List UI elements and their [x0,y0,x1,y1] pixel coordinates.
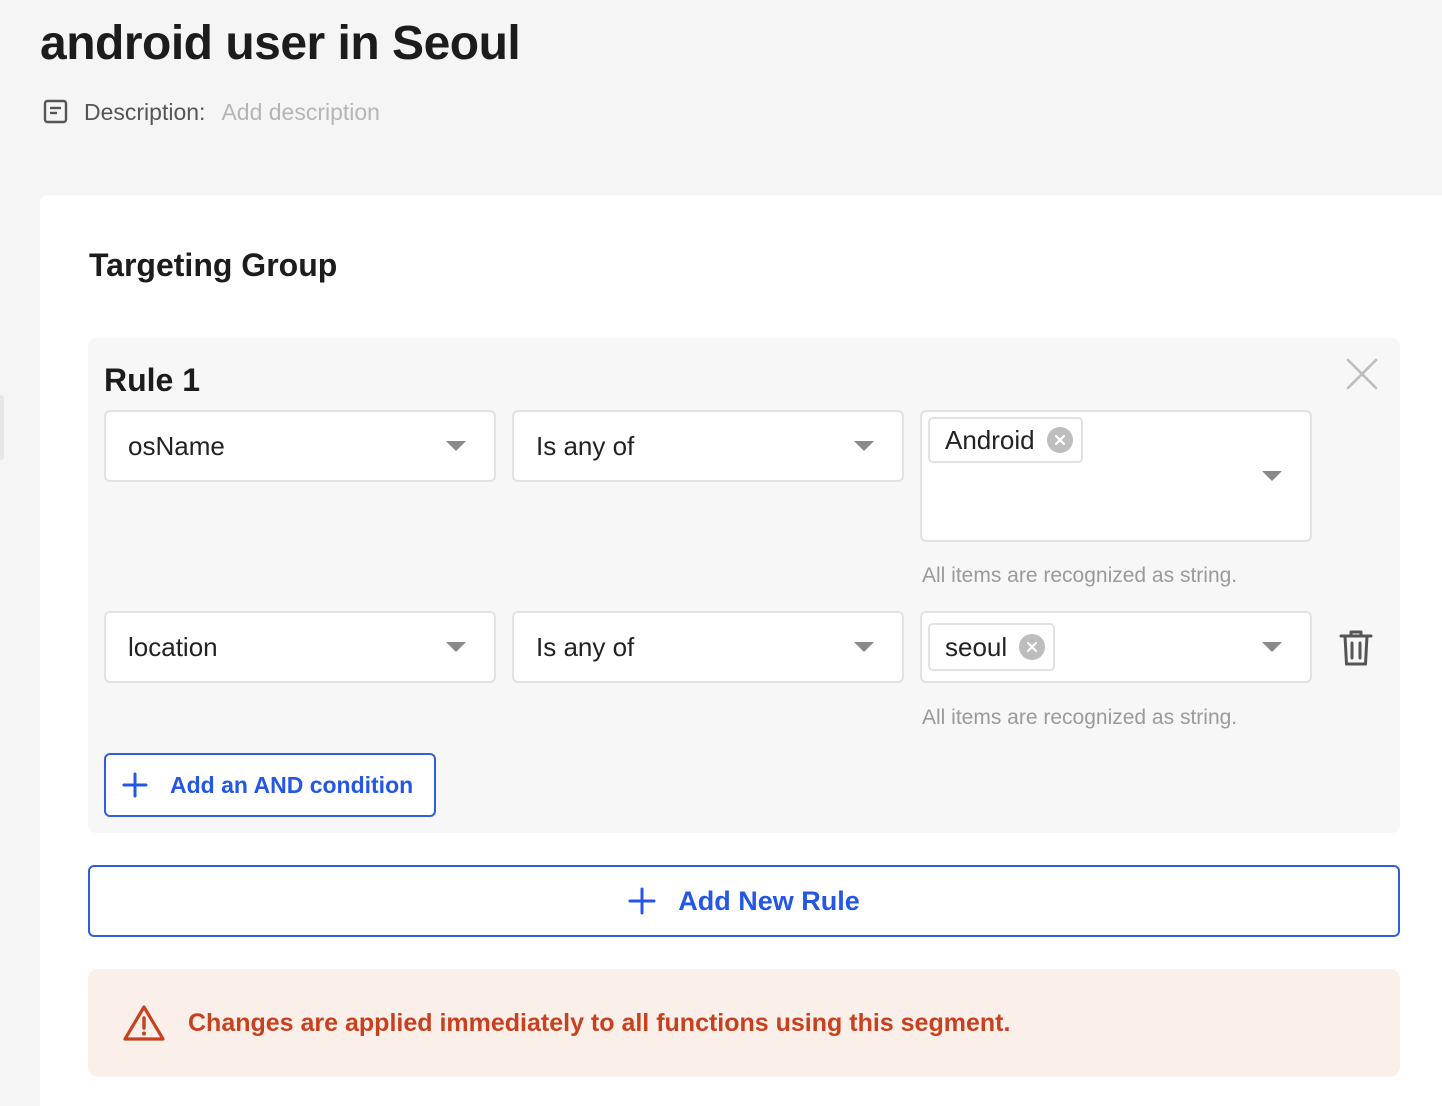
operator-select[interactable]: Is any of [512,611,904,683]
value-tag-label: seoul [945,631,1008,662]
values-hint: All items are recognized as string. [922,564,1238,587]
chevron-down-icon [446,642,466,652]
plus-icon [122,772,148,798]
chevron-down-icon [854,642,874,652]
values-multiselect[interactable]: seoul [920,611,1312,683]
remove-circle-icon[interactable] [1019,634,1046,660]
attribute-select[interactable]: location [104,611,496,683]
description-label: Description: [84,98,206,125]
values-hint: All items are recognized as string. [922,706,1238,729]
add-new-rule-label: Add New Rule [678,885,860,916]
note-icon [42,98,70,126]
remove-circle-icon[interactable] [1046,427,1073,453]
operator-value: Is any of [536,430,635,461]
warning-triangle-icon [122,1004,166,1042]
operator-value: Is any of [536,631,635,662]
section-title: Targeting Group [89,247,338,283]
operator-select[interactable]: Is any of [512,410,904,482]
page-title[interactable]: android user in Seoul [40,16,521,71]
attribute-value: location [128,631,218,662]
add-and-condition-label: Add an AND condition [170,771,414,798]
warning-message: Changes are applied immediately to all f… [188,1008,1011,1037]
close-icon[interactable] [1344,356,1380,392]
chevron-down-icon [1262,642,1282,652]
plus-icon [628,887,656,915]
add-new-rule-button[interactable]: Add New Rule [88,865,1400,937]
trash-icon[interactable] [1338,628,1374,668]
chevron-down-icon [1262,471,1282,481]
description-input[interactable] [221,98,622,126]
chevron-down-icon [854,441,874,451]
attribute-value: osName [128,430,225,461]
value-tag-label: Android [945,424,1035,455]
attribute-select[interactable]: osName [104,410,496,482]
chevron-down-icon [446,441,466,451]
rule-box: Rule 1 osName Is any of Android All item… [88,338,1400,833]
value-tag: Android [928,417,1083,463]
add-and-condition-button[interactable]: Add an AND condition [104,753,436,817]
sidebar-collapse-handle[interactable] [0,395,4,460]
value-tag: seoul [928,623,1056,671]
rule-title: Rule 1 [104,362,201,398]
targeting-card: Targeting Group Rule 1 osName Is any of … [40,195,1442,1106]
description-row: Description: [42,96,622,128]
values-multiselect[interactable]: Android [920,410,1312,542]
warning-alert: Changes are applied immediately to all f… [88,969,1400,1077]
